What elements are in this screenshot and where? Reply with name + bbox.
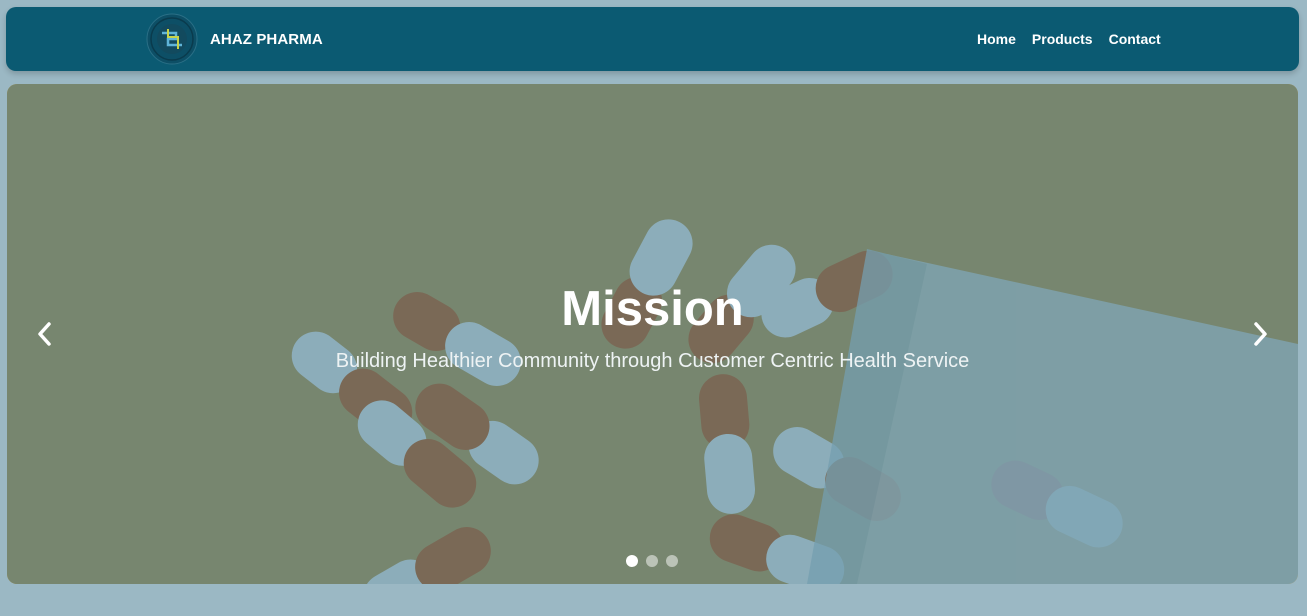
chevron-right-icon: [1254, 322, 1267, 346]
nav-link-home[interactable]: Home: [977, 31, 1016, 47]
carousel-indicator-2[interactable]: [646, 555, 658, 567]
chevron-left-icon: [38, 322, 51, 346]
carousel-indicators: [626, 555, 686, 567]
top-navbar: AHAZ PHARMA Home Products Contact: [6, 7, 1299, 71]
brand-name: AHAZ PHARMA: [210, 30, 323, 48]
carousel-indicator-3[interactable]: [666, 555, 678, 567]
nav-link-products[interactable]: Products: [1032, 31, 1093, 47]
nav-link-contact[interactable]: Contact: [1109, 31, 1161, 47]
nav-links: Home Products Contact: [977, 7, 1177, 71]
carousel-next-button[interactable]: [1238, 312, 1282, 356]
slide-title: Mission: [561, 282, 744, 336]
slide-subtitle: Building Healthier Community through Cus…: [335, 350, 970, 372]
brand-link[interactable]: AHAZ PHARMA: [144, 12, 323, 66]
slide-caption: Mission Building Healthier Community thr…: [7, 280, 1298, 373]
hero-carousel: Mission Building Healthier Community thr…: [7, 84, 1298, 584]
carousel-prev-button[interactable]: [23, 312, 67, 356]
carousel-indicator-1[interactable]: [626, 555, 638, 567]
ahaz-pharma-logo-icon: [146, 13, 198, 65]
